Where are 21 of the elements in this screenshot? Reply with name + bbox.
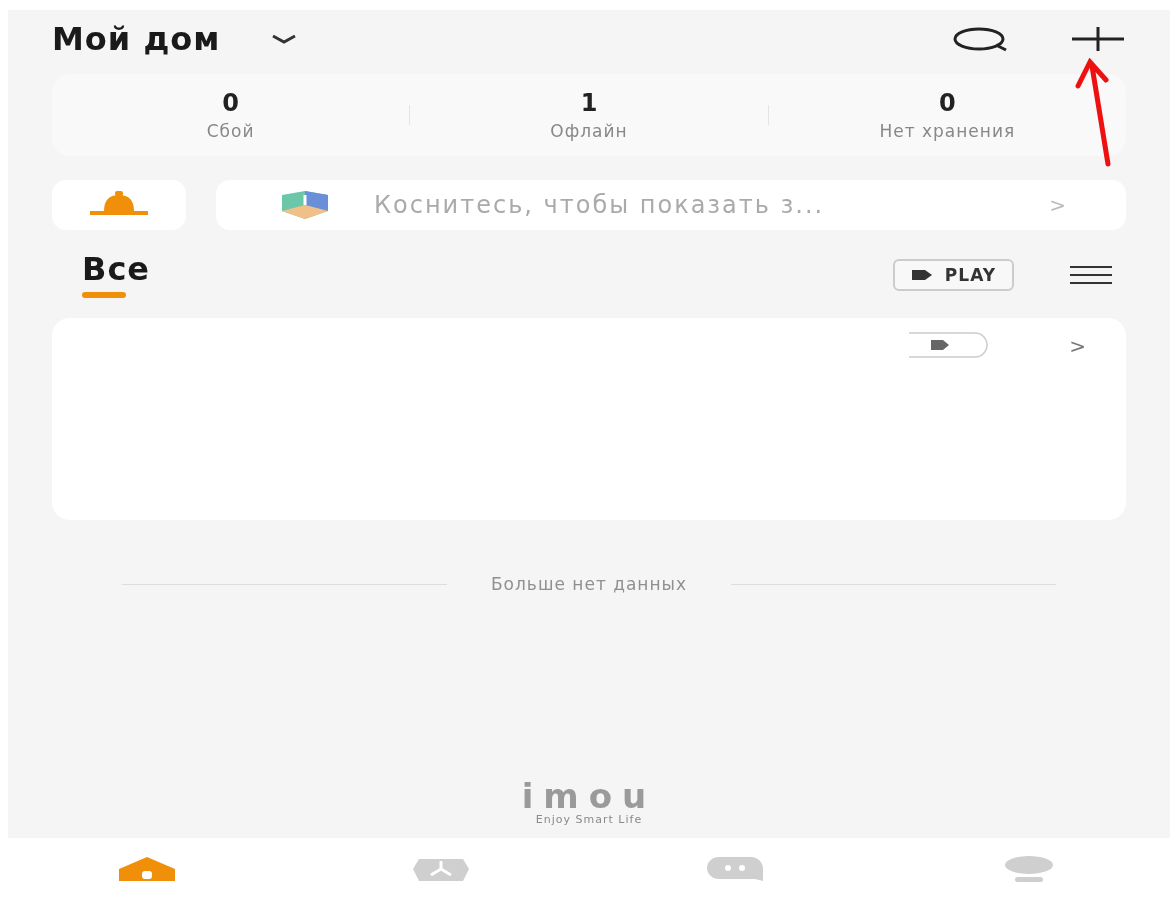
stat-value: 0: [222, 89, 239, 117]
tab[interactable]: Все: [82, 252, 151, 298]
stat-label: Нет хранения: [879, 121, 1016, 141]
add-icon[interactable]: [1070, 26, 1126, 52]
menu-icon[interactable]: [1070, 265, 1112, 285]
stat-value: 0: [938, 89, 956, 117]
stat-value: 1: [580, 89, 598, 117]
logo-wordmark: imou: [521, 779, 657, 813]
home-title: Мой дом: [52, 20, 221, 58]
play-toggle-icon[interactable]: [907, 332, 990, 358]
stat-label: Сбой: [206, 121, 255, 141]
logo-slogan: Enjoy Smart Life: [535, 813, 643, 826]
chevron-text: >: [1069, 334, 1086, 358]
play-icon: [910, 269, 933, 281]
chat-icon: [705, 854, 765, 883]
play-button[interactable]: PLAY: [892, 259, 1014, 291]
end-message: Больше нет данных: [490, 574, 688, 594]
chevron-text: >: [1049, 193, 1066, 217]
home-icon: [117, 854, 177, 883]
stat-label: Офлайн: [550, 121, 628, 141]
device-card[interactable]: >: [52, 318, 1126, 520]
